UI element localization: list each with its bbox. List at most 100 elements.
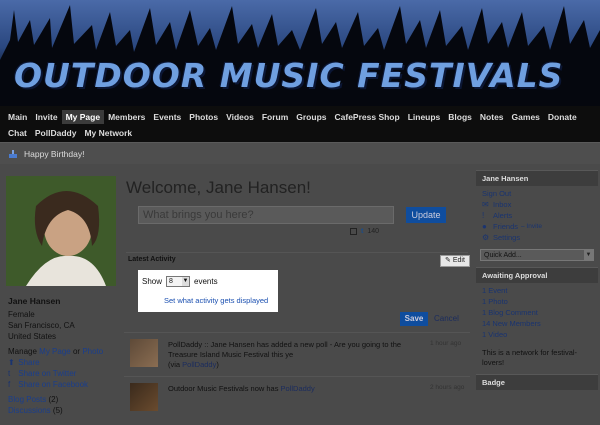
alerts-link[interactable]: ! Alerts xyxy=(482,210,592,221)
set-activity-link[interactable]: Set what activity gets displayed xyxy=(164,296,268,305)
right-sidebar: Jane Hansen Sign Out ✉ Inbox ! Alerts ● Fri… xyxy=(476,170,598,425)
feed-via-link[interactable]: PollDaddy xyxy=(182,360,216,369)
settings-label: Settings xyxy=(493,233,521,242)
cake-icon xyxy=(9,149,17,158)
nav-item-chat[interactable]: Chat xyxy=(4,126,31,140)
site-title[interactable]: OUTDOOR MUSIC FESTIVALS xyxy=(14,56,563,95)
settings-link[interactable]: ⚙ Settings xyxy=(482,232,592,243)
feed-timestamp: 2 hours ago xyxy=(430,384,465,391)
feed-link[interactable]: PollDaddy xyxy=(281,384,315,393)
quick-add-select[interactable]: Quick Add... ▼ xyxy=(480,249,594,261)
nav-item-my-page[interactable]: My Page xyxy=(61,110,105,124)
post-checkbox[interactable] xyxy=(350,228,357,235)
share-twitter-label: Share on Twitter xyxy=(18,369,77,378)
center-column: Welcome, Jane Hansen! What brings you he… xyxy=(124,170,470,425)
sign-out-link[interactable]: Sign Out xyxy=(482,188,592,199)
gear-icon: ⚙ xyxy=(482,232,490,242)
discussions-line: Discussions (5) xyxy=(8,405,103,416)
birthday-text: Happy Birthday! xyxy=(24,148,85,159)
nav-item-invite[interactable]: Invite xyxy=(31,110,61,124)
nav-item-events[interactable]: Events xyxy=(149,110,185,124)
feed-thumbnail[interactable] xyxy=(130,383,158,411)
status-input[interactable]: What brings you here? xyxy=(138,206,394,224)
alerts-label: Alerts xyxy=(493,211,513,220)
nav-item-main[interactable]: Main xyxy=(4,110,31,124)
awaiting-item-new-members[interactable]: 14 New Members xyxy=(482,318,592,329)
edit-button[interactable]: ✎ Edit xyxy=(440,255,470,267)
nav-item-lineups[interactable]: Lineups xyxy=(404,110,445,124)
nav-item-members[interactable]: Members xyxy=(104,110,149,124)
feed-thumbnail[interactable] xyxy=(130,339,158,367)
sign-out-label: Sign Out xyxy=(482,189,512,198)
char-count: 140 xyxy=(367,228,380,235)
awaiting-approval-list: 1 Event 1 Photo 1 Blog Comment 14 New Me… xyxy=(476,283,598,342)
blog-posts-link[interactable]: Blog Posts xyxy=(8,395,46,404)
nav-item-blogs[interactable]: Blogs xyxy=(444,110,476,124)
site-header: OUTDOOR MUSIC FESTIVALS xyxy=(0,0,600,106)
feed-text: Outdoor Music Festivals now has PollDadd… xyxy=(168,384,418,394)
nav-item-my-network[interactable]: My Network xyxy=(80,126,136,140)
nav-item-videos[interactable]: Videos xyxy=(222,110,258,124)
awaiting-item-photo[interactable]: 1 Photo xyxy=(482,296,592,307)
birthday-banner: Happy Birthday! xyxy=(0,142,600,164)
share-icon: ⬆ xyxy=(8,358,15,367)
nav-item-donate[interactable]: Donate xyxy=(544,110,581,124)
envelope-icon: ✉ xyxy=(482,199,489,209)
feed-timestamp: 1 hour ago xyxy=(430,340,462,347)
nav-item-photos[interactable]: Photos xyxy=(185,110,222,124)
share-facebook-label: Share on Facebook xyxy=(18,380,89,389)
update-button[interactable]: Update xyxy=(406,207,446,223)
feed-via-suffix: ) xyxy=(216,360,219,369)
feed-message: PollDaddy :: Jane Hansen has added a new… xyxy=(168,340,402,359)
feed-via-prefix: (via xyxy=(168,360,183,369)
inbox-label: Inbox xyxy=(493,200,512,209)
cancel-link[interactable]: Cancel xyxy=(434,314,459,323)
nav-item-notes[interactable]: Notes xyxy=(476,110,508,124)
status-options: t 140 xyxy=(350,228,379,235)
profile-photo[interactable] xyxy=(6,176,116,286)
blog-posts-count: (2) xyxy=(48,395,59,404)
user-links: Sign Out ✉ Inbox ! Alerts ● Friends – Invite… xyxy=(476,186,598,245)
share-twitter-link[interactable]: t Share on Twitter xyxy=(8,368,103,379)
twitter-icon: t xyxy=(361,228,364,235)
inbox-link[interactable]: ✉ Inbox xyxy=(482,199,592,210)
awaiting-item-video[interactable]: 1 Video xyxy=(482,329,592,340)
latest-activity-header: Latest Activity ✎ Edit xyxy=(126,252,470,267)
manage-label: Manage xyxy=(8,347,37,356)
friends-link[interactable]: ● Friends – Invite xyxy=(482,221,592,232)
chevron-down-icon: ▼ xyxy=(182,277,190,286)
nav-item-groups[interactable]: Groups xyxy=(292,110,330,124)
discussions-count: (5) xyxy=(52,406,63,415)
awaiting-item-blog-comment[interactable]: 1 Blog Comment xyxy=(482,307,592,318)
badge-header: Badge xyxy=(476,374,598,390)
manage-my-page-link[interactable]: My Page xyxy=(39,347,71,356)
event-count-value: 8 xyxy=(169,278,173,285)
alert-icon: ! xyxy=(482,210,485,220)
main-nav: Main Invite My Page Members Events Photo… xyxy=(0,106,600,142)
share-link[interactable]: ⬆ Share xyxy=(8,357,103,368)
nav-item-forum[interactable]: Forum xyxy=(258,110,292,124)
welcome-heading: Welcome, Jane Hansen! xyxy=(126,178,311,197)
feed-text: PollDaddy :: Jane Hansen has added a new… xyxy=(168,340,418,370)
feed-message: Outdoor Music Festivals now has xyxy=(168,384,281,393)
friends-invite-link[interactable]: – Invite xyxy=(521,221,542,232)
nav-item-cafepress-shop[interactable]: CafePress Shop xyxy=(331,110,404,124)
manage-line: Manage My Page or Photo xyxy=(8,346,103,357)
discussions-link[interactable]: Discussions xyxy=(8,406,51,415)
events-label: events xyxy=(194,277,218,286)
event-count-select[interactable]: 8 ▼ xyxy=(166,276,191,287)
save-button[interactable]: Save xyxy=(400,312,428,326)
nav-item-polldaddy[interactable]: PollDaddy xyxy=(31,126,81,140)
show-label: Show xyxy=(142,277,163,286)
pencil-icon: ✎ xyxy=(445,257,451,264)
user-box-header: Jane Hansen xyxy=(476,170,598,186)
nav-item-games[interactable]: Games xyxy=(508,110,544,124)
avatar-image xyxy=(6,176,116,286)
share-facebook-link[interactable]: f Share on Facebook xyxy=(8,379,103,390)
manage-photo-link[interactable]: Photo xyxy=(82,347,103,356)
blog-posts-line: Blog Posts (2) xyxy=(8,394,103,405)
feed-item: PollDaddy :: Jane Hansen has added a new… xyxy=(124,332,470,376)
awaiting-item-event[interactable]: 1 Event xyxy=(482,285,592,296)
person-icon: ● xyxy=(482,221,487,231)
friends-label: Friends xyxy=(493,222,519,231)
